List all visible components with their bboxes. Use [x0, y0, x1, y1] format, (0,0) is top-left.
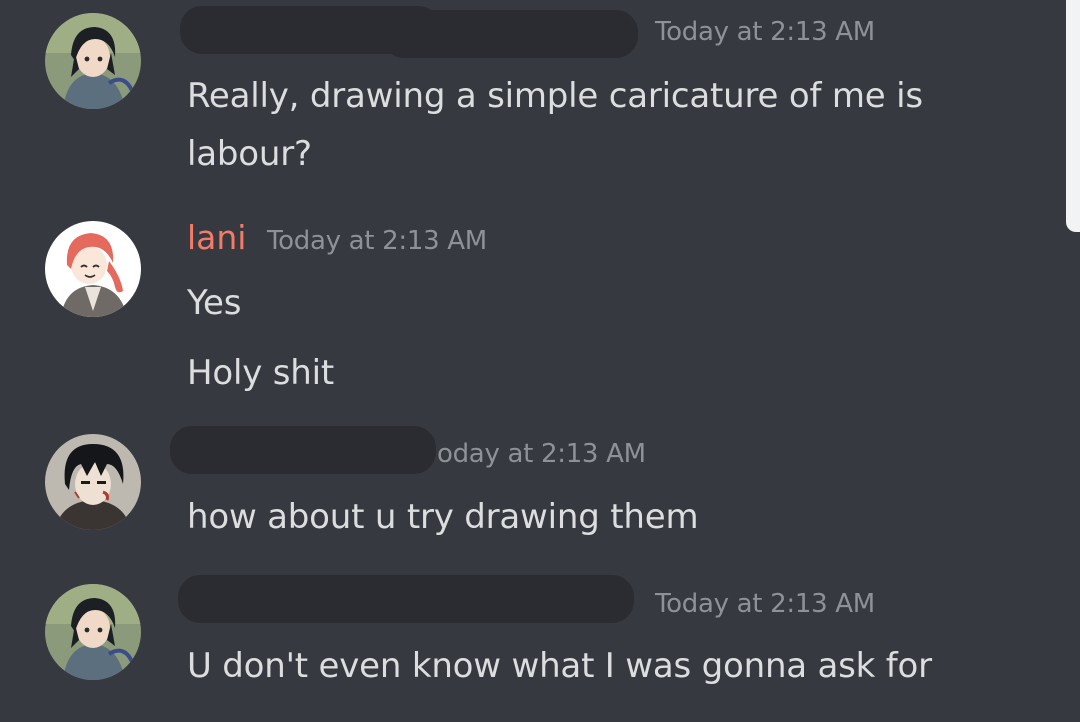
chat-message-list: Today at 2:13 AM Really, drawing a simpl…: [0, 0, 1080, 722]
red-haired-anime-avatar-icon: [45, 221, 141, 317]
message-username[interactable]: lani: [187, 218, 246, 257]
message-timestamp: oday at 2:13 AM: [437, 439, 646, 469]
user-avatar[interactable]: [45, 13, 141, 109]
message-timestamp: Today at 2:13 AM: [655, 17, 875, 47]
dark-haired-anime-boy-avatar-icon: [45, 434, 141, 530]
message-text: labour?: [187, 134, 312, 174]
message-text: how about u try drawing them: [187, 497, 699, 537]
message-text: U don't even know what I was gonna ask f…: [187, 646, 932, 686]
redacted-username-extension: [382, 10, 638, 58]
redacted-username: [170, 426, 436, 474]
anime-girl-avatar-icon: [45, 584, 141, 680]
scrollbar-thumb[interactable]: [1066, 0, 1080, 232]
message-text: Really, drawing a simple caricature of m…: [187, 76, 923, 116]
message-timestamp: Today at 2:13 AM: [267, 226, 487, 256]
user-avatar[interactable]: [45, 584, 141, 680]
user-avatar[interactable]: [45, 221, 141, 317]
message-text: Holy shit: [187, 353, 334, 393]
user-avatar[interactable]: [45, 434, 141, 530]
message-text: Yes: [187, 283, 242, 323]
redacted-username: [178, 575, 634, 623]
message-timestamp: Today at 2:13 AM: [655, 589, 875, 619]
anime-girl-avatar-icon: [45, 13, 141, 109]
